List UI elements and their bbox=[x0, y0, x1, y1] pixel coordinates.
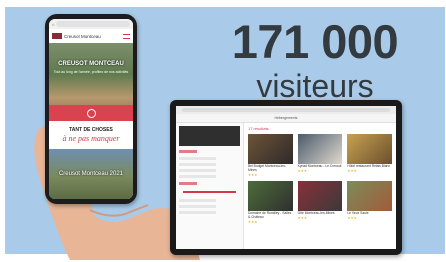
price-slider[interactable] bbox=[183, 191, 236, 193]
phone-hero: CREUSOT MONTCEAU Tout au long de l'année… bbox=[49, 43, 133, 121]
tablet-address-bar[interactable] bbox=[176, 106, 396, 114]
listing-name[interactable]: Bel Budget Montceau-les-Mines bbox=[248, 164, 293, 173]
listing-photo[interactable] bbox=[347, 134, 392, 164]
listing-card[interactable]: Domaine de Rumilley - Salles & Château ★★… bbox=[248, 180, 293, 224]
filter-option[interactable] bbox=[179, 169, 216, 172]
filter-heading bbox=[179, 182, 198, 185]
listing-grid: Bel Budget Montceau-les-Mines ★★★ Kyriad M… bbox=[248, 134, 392, 224]
phone-device: ⌂ Creusot Montceau CREUSOT MONTCEAU Tout… bbox=[45, 14, 137, 204]
filter-sidebar bbox=[176, 123, 244, 249]
phone-hero-title: CREUSOT MONTCEAU bbox=[58, 61, 124, 67]
visitor-label: visiteurs bbox=[256, 68, 374, 104]
phone-address-bar[interactable]: ⌂ bbox=[49, 19, 133, 29]
listing-photo[interactable] bbox=[248, 180, 293, 211]
listing-card[interactable]: Kyriad Montceau - Le Creusot ★★★ bbox=[297, 134, 343, 177]
listing-card[interactable]: Gîte Montceau-les-Mines ★★★ bbox=[297, 180, 343, 224]
phone-section-subtitle: à ne pas manquer bbox=[62, 134, 120, 143]
filter-option[interactable] bbox=[179, 199, 216, 202]
listing-photo[interactable] bbox=[347, 180, 392, 211]
tablet-device: Hébergements 17 résultats Bel Budget Mon… bbox=[170, 100, 402, 255]
listing-photo[interactable] bbox=[297, 134, 343, 164]
filter-option[interactable] bbox=[179, 211, 216, 214]
rating-stars: ★★★ bbox=[248, 219, 258, 224]
menu-icon[interactable] bbox=[123, 33, 130, 39]
filter-heading bbox=[179, 150, 198, 153]
tablet-screen: Hébergements 17 résultats Bel Budget Mon… bbox=[176, 106, 396, 249]
tablet-page-header: Hébergements bbox=[176, 114, 396, 123]
phone-section-title: TANT DE CHOSES bbox=[69, 127, 113, 133]
rating-stars: ★★★ bbox=[347, 168, 357, 173]
results-title: 17 résultats bbox=[248, 126, 269, 131]
results-area: 17 résultats Bel Budget Montceau-les-Min… bbox=[244, 123, 396, 249]
phone-card-title: Creusot Montceau 2021 bbox=[58, 171, 124, 177]
site-logo bbox=[52, 33, 62, 39]
listing-photo[interactable] bbox=[297, 180, 343, 211]
rating-stars: ★★★ bbox=[347, 215, 357, 220]
phone-site-header: Creusot Montceau bbox=[49, 29, 133, 43]
heart-icon[interactable] bbox=[86, 108, 96, 118]
filter-option[interactable] bbox=[179, 163, 216, 166]
search-box[interactable] bbox=[179, 126, 240, 146]
phone-screen: ⌂ Creusot Montceau CREUSOT MONTCEAU Tout… bbox=[49, 19, 133, 199]
visitor-count: 171 000 bbox=[231, 15, 399, 68]
rating-stars: ★★★ bbox=[248, 172, 258, 177]
phone-site-name: Creusot Montceau bbox=[64, 33, 101, 39]
listing-card[interactable]: Bel Budget Montceau-les-Mines ★★★ bbox=[248, 134, 293, 177]
rating-stars: ★★★ bbox=[297, 168, 308, 173]
listing-photo[interactable] bbox=[248, 134, 293, 164]
listing-card[interactable]: Hôtel restaurant Relais Blanc ★★★ bbox=[347, 134, 392, 177]
listing-name[interactable]: Domaine de Rumilley - Salles & Château bbox=[248, 211, 293, 220]
phone-favorite-bar[interactable] bbox=[49, 105, 133, 121]
phone-promo-card[interactable]: Creusot Montceau 2021 bbox=[49, 149, 133, 199]
listing-card[interactable]: Le Veux Saule ★★★ bbox=[347, 180, 392, 224]
filter-option[interactable] bbox=[179, 205, 216, 208]
phone-hero-subtitle: Tout au long de l'année, profitez de nos… bbox=[53, 70, 129, 74]
filter-option[interactable] bbox=[179, 157, 216, 160]
filter-option[interactable] bbox=[179, 175, 216, 178]
rating-stars: ★★★ bbox=[297, 215, 308, 220]
